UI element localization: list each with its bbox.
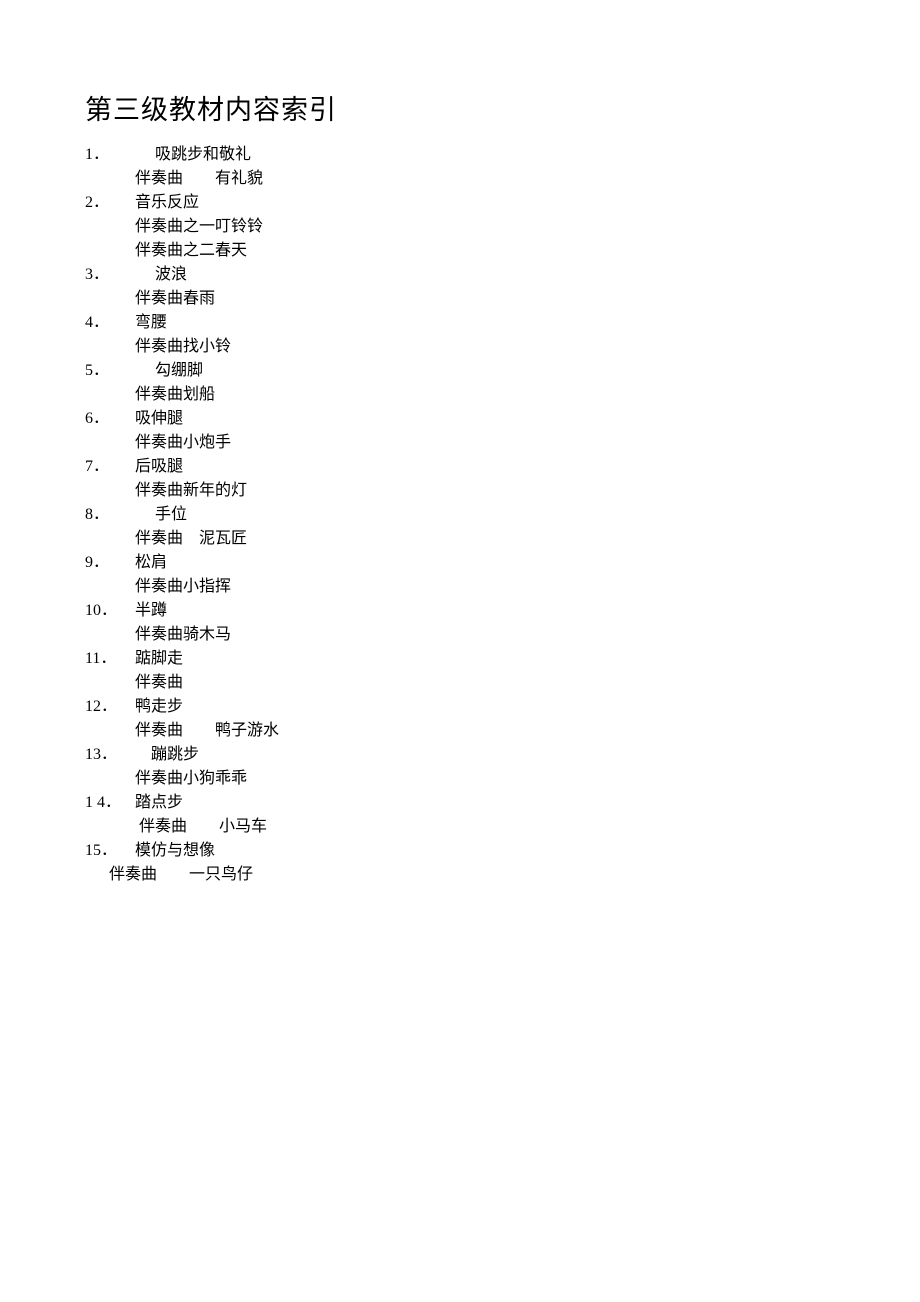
index-item: 8． 手位 bbox=[85, 503, 835, 527]
item-title: 勾绷脚 bbox=[135, 359, 203, 383]
item-title: 吸跳步和敬礼 bbox=[135, 143, 251, 167]
item-title: 松肩 bbox=[135, 551, 167, 575]
index-list: 1． 吸跳步和敬礼伴奏曲 有礼貌2．音乐反应伴奏曲之一叮铃铃伴奏曲之二春天3． … bbox=[85, 143, 835, 887]
item-subtitle: 伴奏曲新年的灯 bbox=[85, 479, 835, 503]
item-number: 8． bbox=[85, 503, 135, 527]
index-item: 1． 吸跳步和敬礼 bbox=[85, 143, 835, 167]
item-subtitle: 伴奏曲 bbox=[85, 671, 835, 695]
item-title: 手位 bbox=[135, 503, 187, 527]
item-subtitle: 伴奏曲小炮手 bbox=[85, 431, 835, 455]
item-subtitle: 伴奏曲 泥瓦匠 bbox=[85, 527, 835, 551]
item-title: 踏点步 bbox=[135, 791, 183, 815]
item-subtitle: 伴奏曲小狗乖乖 bbox=[85, 767, 835, 791]
item-title: 半蹲 bbox=[135, 599, 167, 623]
item-number: 10． bbox=[85, 599, 135, 623]
index-item: 1 4．踏点步 bbox=[85, 791, 835, 815]
index-item: 4．弯腰 bbox=[85, 311, 835, 335]
item-title: 弯腰 bbox=[135, 311, 167, 335]
item-number: 13． bbox=[85, 743, 135, 767]
index-item: 11．踮脚走 bbox=[85, 647, 835, 671]
item-number: 4． bbox=[85, 311, 135, 335]
item-number: 11． bbox=[85, 647, 135, 671]
item-number: 5． bbox=[85, 359, 135, 383]
index-item: 10．半蹲 bbox=[85, 599, 835, 623]
item-subtitle: 伴奏曲骑木马 bbox=[85, 623, 835, 647]
item-number: 3． bbox=[85, 263, 135, 287]
item-title: 吸伸腿 bbox=[135, 407, 183, 431]
index-item: 3． 波浪 bbox=[85, 263, 835, 287]
item-title: 后吸腿 bbox=[135, 455, 183, 479]
index-item: 5． 勾绷脚 bbox=[85, 359, 835, 383]
item-number: 9． bbox=[85, 551, 135, 575]
item-title: 鸭走步 bbox=[135, 695, 183, 719]
item-number: 6． bbox=[85, 407, 135, 431]
item-number: 12． bbox=[85, 695, 135, 719]
item-number: 2． bbox=[85, 191, 135, 215]
item-subtitle: 伴奏曲 有礼貌 bbox=[85, 167, 835, 191]
index-item: 9．松肩 bbox=[85, 551, 835, 575]
item-title: 模仿与想像 bbox=[135, 839, 215, 863]
item-subtitle: 伴奏曲找小铃 bbox=[85, 335, 835, 359]
item-number: 15． bbox=[85, 839, 135, 863]
item-subtitle: 伴奏曲之二春天 bbox=[85, 239, 835, 263]
item-title: 音乐反应 bbox=[135, 191, 199, 215]
index-item: 6．吸伸腿 bbox=[85, 407, 835, 431]
index-item: 2．音乐反应 bbox=[85, 191, 835, 215]
item-number: 7． bbox=[85, 455, 135, 479]
item-number: 1 4． bbox=[85, 791, 135, 815]
item-subtitle: 伴奏曲划船 bbox=[85, 383, 835, 407]
item-title: 波浪 bbox=[135, 263, 187, 287]
item-subtitle: 伴奏曲 小马车 bbox=[85, 815, 835, 839]
item-subtitle: 伴奏曲之一叮铃铃 bbox=[85, 215, 835, 239]
page-title: 第三级教材内容索引 bbox=[85, 90, 835, 131]
index-item: 12．鸭走步 bbox=[85, 695, 835, 719]
item-number: 1． bbox=[85, 143, 135, 167]
index-item: 15．模仿与想像 bbox=[85, 839, 835, 863]
item-title: 踮脚走 bbox=[135, 647, 183, 671]
item-title: 蹦跳步 bbox=[135, 743, 199, 767]
index-item: 13． 蹦跳步 bbox=[85, 743, 835, 767]
item-subtitle: 伴奏曲春雨 bbox=[85, 287, 835, 311]
item-subtitle: 伴奏曲 一只鸟仔 bbox=[85, 863, 835, 887]
index-item: 7．后吸腿 bbox=[85, 455, 835, 479]
item-subtitle: 伴奏曲小指挥 bbox=[85, 575, 835, 599]
item-subtitle: 伴奏曲 鸭子游水 bbox=[85, 719, 835, 743]
